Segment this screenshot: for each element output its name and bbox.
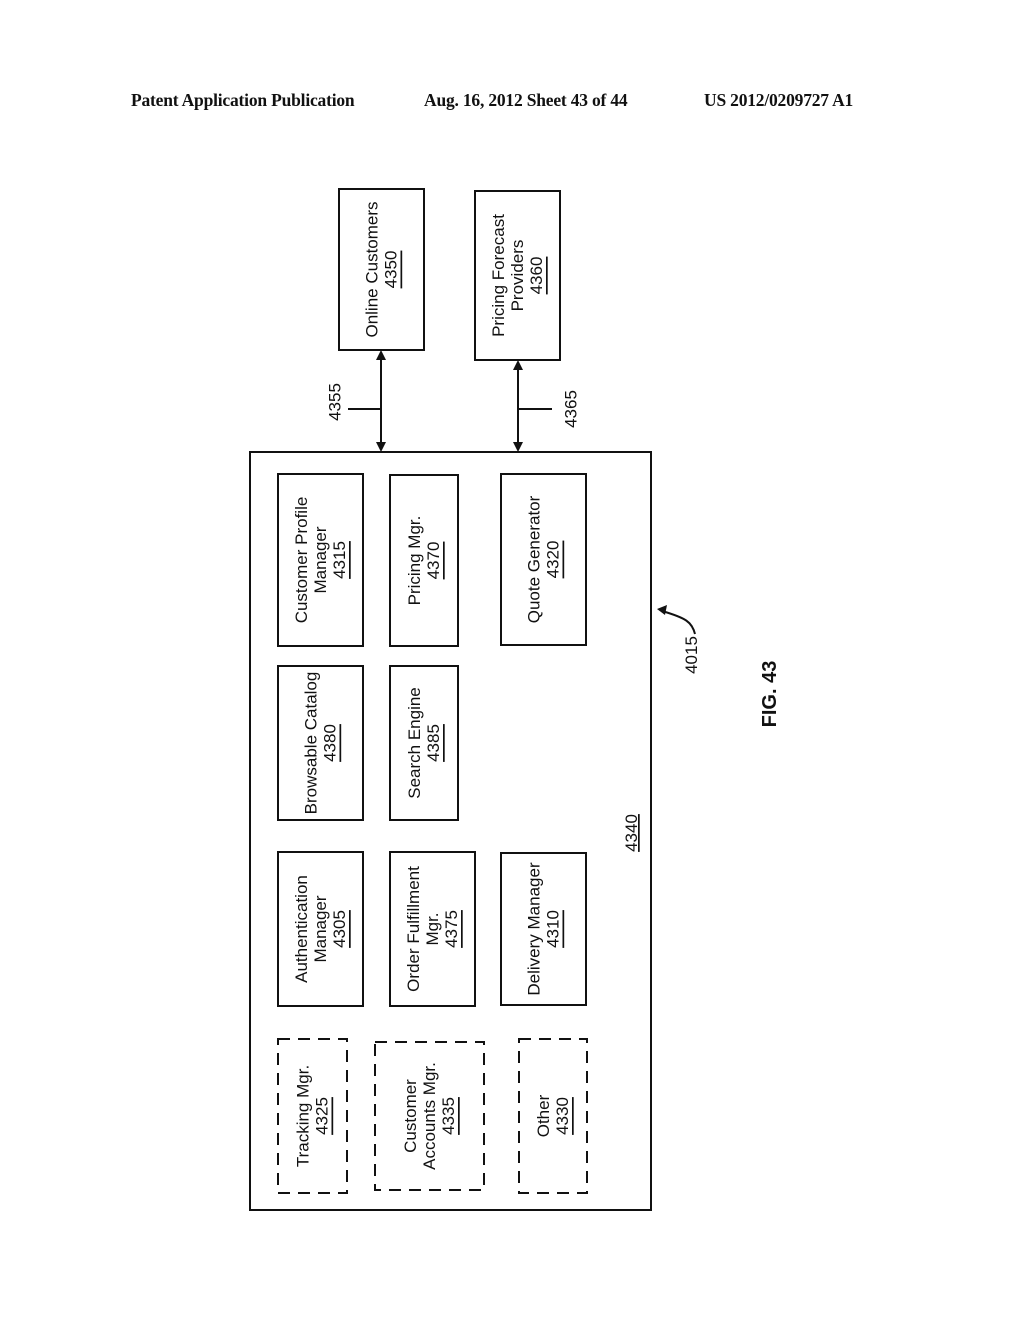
arrowhead-down-icon <box>376 442 386 452</box>
figure-label: FIG. 43 <box>759 661 781 728</box>
tracking-mgr-label: Tracking Mgr. <box>294 1065 313 1167</box>
quote-generator-ref-number: 4320 <box>544 541 563 579</box>
figure-diagram: Online Customers 4350 Pricing Forecast Pro… <box>249 188 781 1211</box>
delivery-manager-box: Delivery Manager 4310 <box>500 852 587 1006</box>
pricing-forecast-providers-label: Providers <box>508 240 527 312</box>
connection-4365 <box>513 360 552 452</box>
arrowhead-down-icon <box>513 442 523 452</box>
other-label: Other <box>534 1094 553 1137</box>
browsable-catalog-label: Browsable Catalog <box>302 672 321 815</box>
pricing-forecast-providers-label: Pricing Forecast <box>489 214 508 337</box>
browsable-catalog-box: Browsable Catalog 4380 <box>277 665 364 821</box>
pricing-mgr-ref-number: 4370 <box>424 542 443 580</box>
order-fulfillment-mgr-label: Order Fulfillment <box>404 866 423 992</box>
leader-arrow-icon <box>657 605 667 615</box>
customer-profile-manager-ref-number: 4315 <box>330 541 349 579</box>
order-fulfillment-mgr-box: Order Fulfillment Mgr. 4375 <box>389 851 476 1007</box>
customer-accounts-mgr-ref-number: 4335 <box>439 1097 458 1135</box>
tracking-mgr-ref-number: 4325 <box>313 1097 332 1135</box>
connection-4355 <box>348 350 386 452</box>
authentication-manager-label: Manager <box>311 895 330 962</box>
container-ref-label: 4340 <box>622 814 641 852</box>
pricing-forecast-providers-box: Pricing Forecast Providers 4360 <box>474 190 561 361</box>
online-customers-box: Online Customers 4350 <box>338 188 425 351</box>
system-ref-label: 4015 <box>682 636 701 674</box>
quote-generator-box: Quote Generator 4320 <box>500 473 587 646</box>
pricing-forecast-providers-ref-number: 4360 <box>527 257 546 295</box>
customer-profile-manager-label: Manager <box>311 526 330 593</box>
order-fulfillment-mgr-label: Mgr. <box>423 912 442 945</box>
pricing-mgr-label: Pricing Mgr. <box>405 516 424 606</box>
online-customers-ref-number: 4350 <box>382 251 401 289</box>
authentication-manager-label: Authentication <box>292 875 311 983</box>
link-ref-4365: 4365 <box>562 390 581 428</box>
authentication-manager-box: Authentication Manager 4305 <box>277 851 364 1007</box>
system-ref-leader <box>657 605 696 635</box>
quote-generator-label: Quote Generator <box>525 495 544 623</box>
online-customers-label: Online Customers <box>363 201 382 337</box>
customer-profile-manager-box: Customer Profile Manager 4315 <box>277 473 364 647</box>
delivery-manager-label: Delivery Manager <box>525 862 544 996</box>
customer-accounts-mgr-label: Accounts Mgr. <box>420 1062 439 1170</box>
delivery-manager-ref-number: 4310 <box>544 910 563 948</box>
arrowhead-up-icon <box>376 350 386 360</box>
arrowhead-up-icon <box>513 360 523 370</box>
customer-accounts-mgr-label: Customer <box>401 1079 420 1153</box>
authentication-manager-ref-number: 4305 <box>330 910 349 948</box>
customer-profile-manager-label: Customer Profile <box>292 497 311 624</box>
search-engine-label: Search Engine <box>405 687 424 799</box>
search-engine-ref-number: 4385 <box>424 724 443 762</box>
browsable-catalog-ref-number: 4380 <box>321 724 340 762</box>
pricing-mgr-box: Pricing Mgr. 4370 <box>389 474 459 647</box>
other-ref-number: 4330 <box>553 1097 572 1135</box>
order-fulfillment-mgr-ref-number: 4375 <box>442 910 461 948</box>
link-ref-4355: 4355 <box>326 383 345 421</box>
search-engine-box: Search Engine 4385 <box>389 665 459 821</box>
